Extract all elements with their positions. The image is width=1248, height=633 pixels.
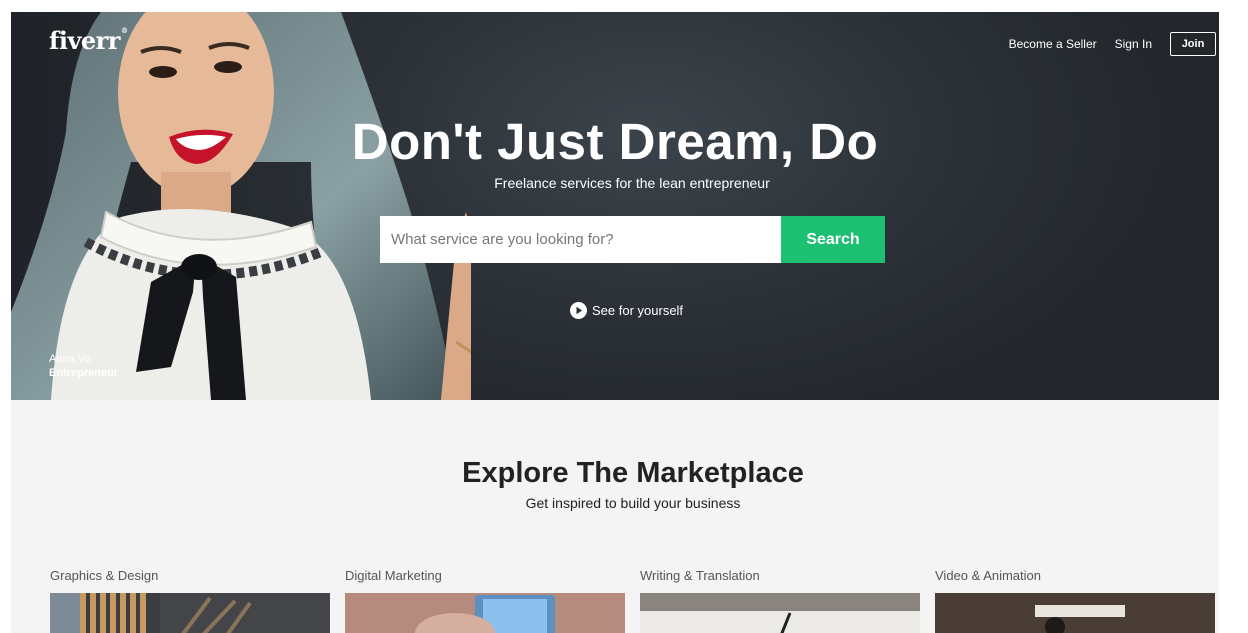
- hero-subheadline: Freelance services for the lean entrepre…: [494, 175, 770, 191]
- category-thumbnail-pencils: [50, 593, 330, 633]
- search-button[interactable]: Search: [781, 216, 885, 263]
- search-bar: Search: [380, 216, 885, 263]
- explore-subtitle: Get inspired to build your business: [525, 495, 741, 511]
- hero-section: fiverr® Become a Seller Sign In Join Don…: [11, 12, 1219, 400]
- category-label: Writing & Translation: [640, 568, 760, 583]
- hero-image-entrepreneur: [11, 12, 471, 400]
- hero-credit: Anna Vo Entrepreneur: [49, 352, 118, 380]
- category-label: Digital Marketing: [345, 568, 442, 583]
- join-button[interactable]: Join: [1170, 32, 1216, 56]
- play-icon: [570, 302, 587, 319]
- category-video-animation[interactable]: Video & Animation: [935, 568, 1215, 633]
- explore-title: Explore The Marketplace: [462, 457, 804, 489]
- category-thumbnail-phone: [345, 593, 625, 633]
- become-seller-link[interactable]: Become a Seller: [1009, 37, 1097, 51]
- search-input[interactable]: [380, 216, 781, 263]
- category-digital-marketing[interactable]: Digital Marketing: [345, 568, 625, 633]
- registered-mark: ®: [120, 26, 128, 35]
- category-thumbnail-camera: [935, 593, 1215, 633]
- see-for-yourself-label: See for yourself: [592, 303, 684, 318]
- see-for-yourself-link[interactable]: See for yourself: [570, 302, 683, 319]
- fiverr-logo[interactable]: fiverr®: [49, 26, 128, 55]
- category-label: Graphics & Design: [50, 568, 159, 583]
- page: fiverr® Become a Seller Sign In Join Don…: [11, 12, 1219, 633]
- credit-role: Entrepreneur: [49, 367, 119, 379]
- hero-headline: Don't Just Dream, Do: [351, 113, 879, 170]
- category-thumbnail-writing: [640, 593, 920, 633]
- credit-name: Anna Vo: [49, 353, 91, 365]
- category-writing-translation[interactable]: Writing & Translation: [640, 568, 920, 633]
- category-label: Video & Animation: [935, 568, 1041, 583]
- category-graphics-design[interactable]: Graphics & Design: [50, 568, 330, 633]
- sign-in-link[interactable]: Sign In: [1115, 37, 1152, 51]
- top-nav: Become a Seller Sign In Join: [1009, 31, 1219, 57]
